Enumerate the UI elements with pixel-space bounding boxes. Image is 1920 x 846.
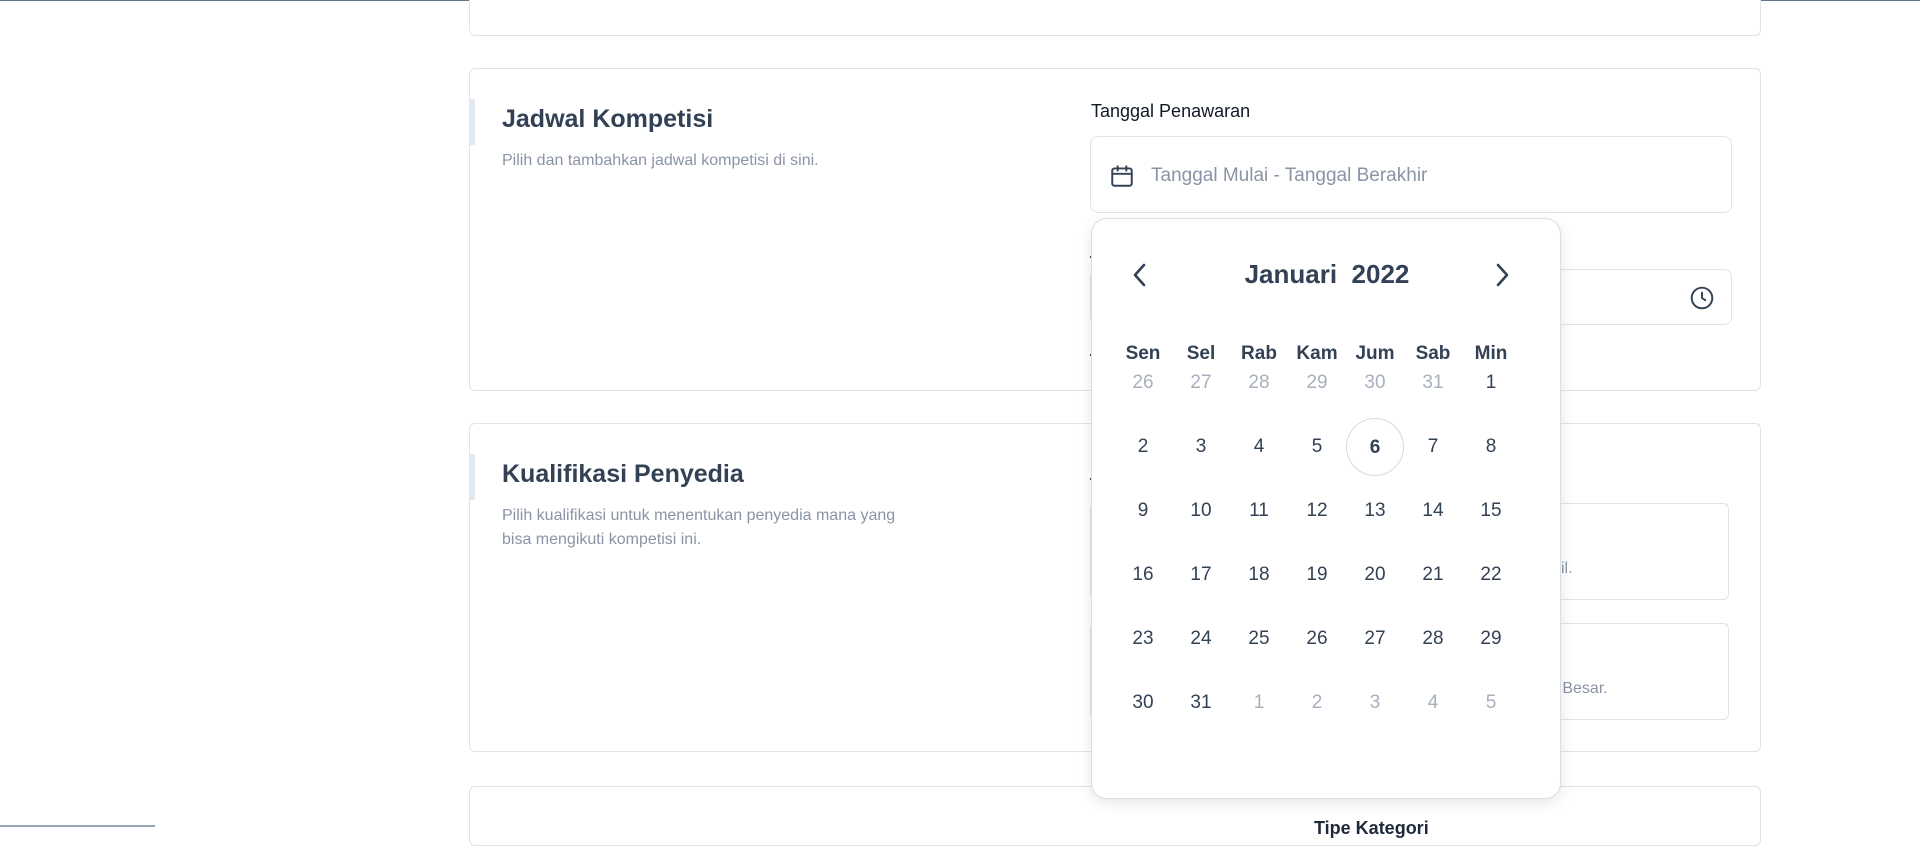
year-label: 2022 [1351,259,1410,289]
month-year-title: Januari 2022 [1172,259,1482,290]
calendar-day[interactable]: 5 [1288,418,1346,476]
chevron-left-icon [1133,263,1146,287]
calendar-icon [1111,165,1133,187]
calendar-day[interactable]: 28 [1404,610,1462,668]
month-label: Januari [1244,259,1338,289]
calendar-day[interactable]: 9 [1114,482,1172,540]
calendar-day[interactable]: 4 [1230,418,1288,476]
calendar-day-outside-month[interactable]: 1 [1230,674,1288,732]
calendar-day[interactable]: 24 [1172,610,1230,668]
calendar-day[interactable]: 1 [1462,354,1520,412]
calendar-day[interactable]: 30 [1114,674,1172,732]
calendar-day-outside-month[interactable]: 31 [1404,354,1462,412]
calendar-day[interactable]: 22 [1462,546,1520,604]
calendar-day[interactable]: 8 [1462,418,1520,476]
calendar-day[interactable]: 16 [1114,546,1172,604]
section-description: Pilih kualifikasi untuk menentukan penye… [502,507,896,548]
next-month-button[interactable] [1484,257,1520,293]
calendar-day[interactable]: 14 [1404,482,1462,540]
calendar-day[interactable]: 31 [1172,674,1230,732]
chevron-right-icon [1496,263,1509,287]
previous-month-button[interactable] [1122,257,1158,293]
date-range-field[interactable] [1090,136,1732,213]
calendar-day[interactable]: 21 [1404,546,1462,604]
previous-section-card [469,0,1761,36]
tipe-kategori-label: Tipe Kategori [1314,818,1429,838]
calendar-day[interactable]: 13 [1346,482,1404,540]
calendar-day[interactable]: 7 [1404,418,1462,476]
calendar-day[interactable]: 17 [1172,546,1230,604]
calendar-day-outside-month[interactable]: 5 [1462,674,1520,732]
calendar-day[interactable]: 18 [1230,546,1288,604]
section-title: Jadwal Kompetisi [502,105,714,133]
calendar-day-outside-month[interactable]: 26 [1114,354,1172,412]
calendar-day-outside-month[interactable]: 29 [1288,354,1346,412]
section-accent-bar [469,454,475,500]
calendar-day[interactable]: 12 [1288,482,1346,540]
calendar-day-outside-month[interactable]: 4 [1404,674,1462,732]
calendar-day[interactable]: 19 [1288,546,1346,604]
calendar-day-outside-month[interactable]: 2 [1288,674,1346,732]
section-description: Pilih dan tambahkan jadwal kompetisi di … [502,152,819,169]
date-range-input[interactable] [1149,155,1713,197]
date-picker-popup: Januari 2022 Sen Sel Rab Kam Jum Sab Min 26 27 2… [1091,218,1561,799]
calendar-day[interactable]: 20 [1346,546,1404,604]
calendar-day[interactable]: 23 [1114,610,1172,668]
calendar-day[interactable]: 11 [1230,482,1288,540]
calendar-day[interactable]: 26 [1288,610,1346,668]
calendar-day[interactable]: 27 [1346,610,1404,668]
calendar-day[interactable]: 2 [1114,418,1172,476]
calendar-day[interactable]: 15 [1462,482,1520,540]
calendar-day[interactable]: 29 [1462,610,1520,668]
calendar-day-outside-month[interactable]: 3 [1346,674,1404,732]
calendar-day-today[interactable]: 6 [1346,418,1404,476]
calendar-day[interactable]: 10 [1172,482,1230,540]
calendar-day[interactable]: 25 [1230,610,1288,668]
option-description: il. [1561,560,1573,577]
section-title: Kualifikasi Penyedia [502,460,744,488]
calendar-day-outside-month[interactable]: 30 [1346,354,1404,412]
calendar-day-outside-month[interactable]: 28 [1230,354,1288,412]
clock-icon[interactable] [1689,285,1715,311]
calendar-day[interactable]: 3 [1172,418,1230,476]
calendar-day-outside-month[interactable]: 27 [1172,354,1230,412]
section-accent-bar [469,99,475,145]
tanggal-penawaran-label: Tanggal Penawaran [1091,101,1251,121]
